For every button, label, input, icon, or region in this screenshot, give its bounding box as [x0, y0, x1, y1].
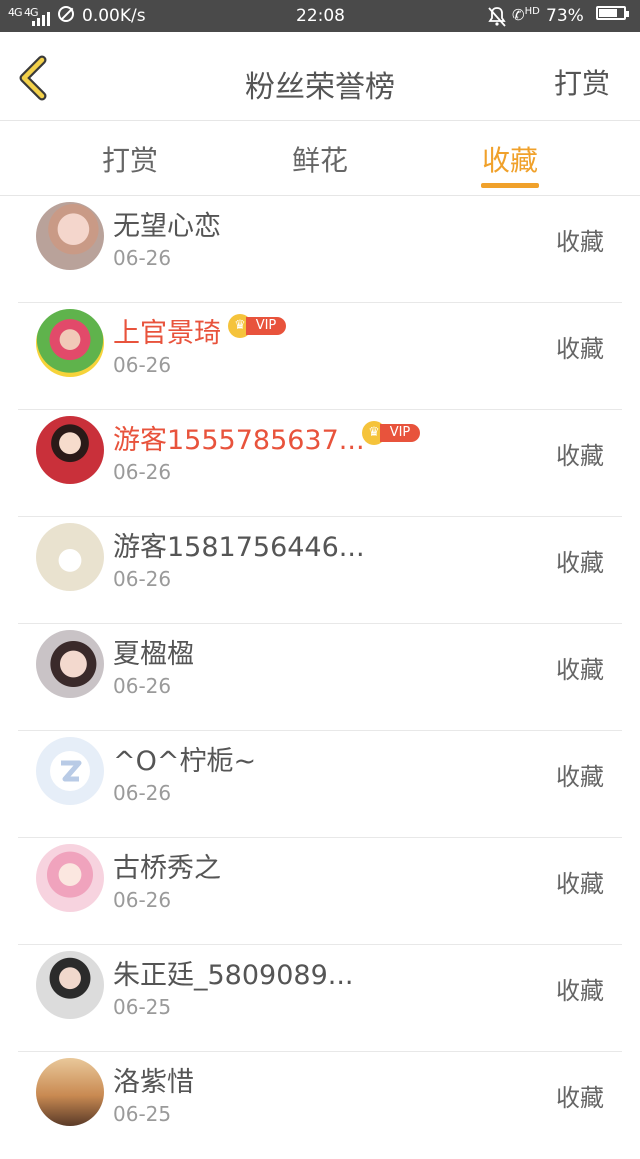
hd-label: HD: [524, 6, 540, 17]
list-item[interactable]: 朱正廷_5809089... 06-25 收藏: [0, 945, 640, 1052]
fan-action: 收藏: [556, 1084, 604, 1112]
avatar: [36, 523, 104, 591]
list-item[interactable]: 夏楹楹 06-26 收藏: [0, 624, 640, 731]
fan-name: 游客1581756446...: [113, 532, 365, 563]
fan-name: 夏楹楹: [113, 639, 194, 670]
tab-favorites[interactable]: 收藏: [450, 139, 570, 179]
list-item[interactable]: 洛紫惜 06-25 收藏: [0, 1052, 640, 1159]
fan-date: 06-26: [113, 567, 172, 591]
fan-date: 06-26: [113, 674, 172, 698]
list-item[interactable]: 无望心恋 06-26 收藏: [0, 196, 640, 303]
avatar: [36, 202, 104, 270]
fan-name: 古桥秀之: [113, 853, 221, 884]
list-item[interactable]: 游客1555785637... ♛ VIP 06-26 收藏: [0, 410, 640, 517]
fan-list: 无望心恋 06-26 收藏 上官景琦 ♛ VIP 06-26 收藏 游客1555…: [0, 196, 640, 1159]
fan-name: 朱正廷_5809089...: [113, 960, 354, 991]
avatar: [36, 309, 104, 377]
vip-label: VIP: [380, 424, 420, 442]
mute-bell-icon: [487, 6, 507, 33]
fan-name: 洛紫惜: [113, 1067, 194, 1098]
fan-date: 06-25: [113, 1102, 172, 1126]
fan-date: 06-26: [113, 460, 172, 484]
network-speed: 0.00K/s: [82, 6, 146, 26]
tab-bar: 打赏 鲜花 收藏: [0, 121, 640, 196]
status-bar: 4G 4G 0.00K/s 22:08 ✆HD 73%: [0, 0, 640, 32]
avatar: [36, 630, 104, 698]
active-tab-indicator: [481, 183, 539, 188]
fan-name: 游客1555785637...: [113, 425, 365, 456]
hd-call-icon: ✆HD: [512, 6, 540, 24]
fan-date: 06-26: [113, 353, 172, 377]
avatar: [36, 844, 104, 912]
battery-percent: 73%: [546, 6, 584, 26]
list-item[interactable]: 古桥秀之 06-26 收藏: [0, 838, 640, 945]
tab-flowers[interactable]: 鲜花: [260, 139, 380, 179]
avatar: [36, 737, 104, 805]
fan-action: 收藏: [556, 442, 604, 470]
battery-icon: [596, 6, 629, 20]
clock: 22:08: [296, 6, 345, 26]
vip-label: VIP: [246, 317, 286, 335]
list-item[interactable]: ^O^柠栀~ 06-26 收藏: [0, 731, 640, 838]
qq-default-icon: [50, 751, 90, 791]
fan-date: 06-26: [113, 888, 172, 912]
fan-action: 收藏: [556, 549, 604, 577]
fan-date: 06-26: [113, 246, 172, 270]
fan-date: 06-26: [113, 781, 172, 805]
fan-action: 收藏: [556, 870, 604, 898]
fan-name: 上官景琦: [113, 318, 221, 349]
signal-icon: [32, 6, 52, 26]
fan-action: 收藏: [556, 656, 604, 684]
list-item[interactable]: 上官景琦 ♛ VIP 06-26 收藏: [0, 303, 640, 410]
reward-button[interactable]: 打赏: [554, 62, 610, 102]
fan-action: 收藏: [556, 335, 604, 363]
avatar: [36, 951, 104, 1019]
fan-action: 收藏: [556, 977, 604, 1005]
block-icon: [58, 6, 74, 22]
fan-date: 06-25: [113, 995, 172, 1019]
fan-action: 收藏: [556, 228, 604, 256]
tab-reward[interactable]: 打赏: [70, 139, 190, 179]
page-title: 粉丝荣誉榜: [245, 70, 395, 105]
list-item[interactable]: 游客1581756446... 06-26 收藏: [0, 517, 640, 624]
title-bar: 粉丝荣誉榜 打赏: [0, 32, 640, 121]
fan-name: 无望心恋: [113, 211, 221, 242]
avatar: [36, 416, 104, 484]
fan-action: 收藏: [556, 763, 604, 791]
avatar: [36, 1058, 104, 1126]
fan-name: ^O^柠栀~: [113, 746, 257, 777]
